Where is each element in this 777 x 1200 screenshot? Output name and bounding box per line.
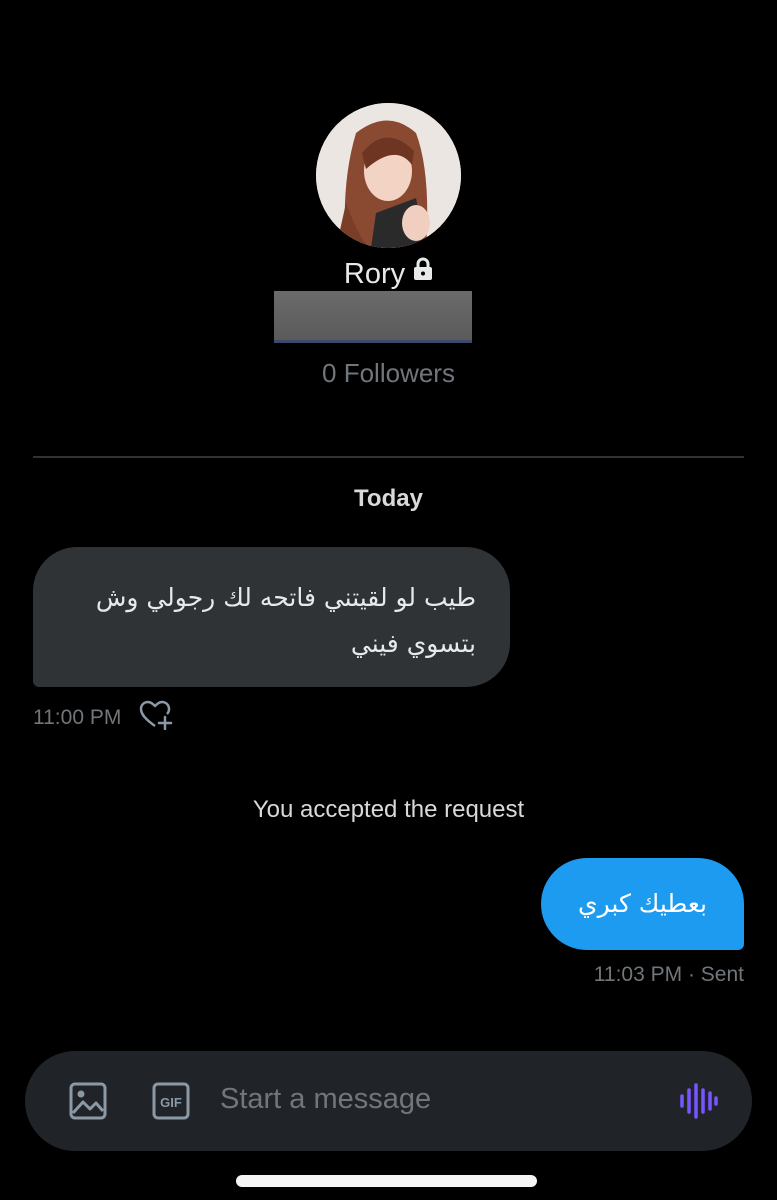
add-reaction-heart-icon[interactable] [139, 700, 173, 736]
gif-icon[interactable]: GIF [151, 1081, 191, 1126]
profile-name-text: Rory [343, 258, 406, 290]
redacted-handle [274, 291, 472, 343]
profile-name: Rory [0, 256, 777, 292]
home-indicator[interactable] [236, 1175, 537, 1187]
image-icon[interactable] [68, 1081, 108, 1126]
system-message: You accepted the request [252, 796, 525, 823]
outgoing-message-bubble[interactable]: بعطيك كبري [541, 858, 744, 950]
svg-text:GIF: GIF [160, 1095, 182, 1110]
incoming-message-line-1: طيب لو لقيتني فاتحه لك رجولي وش [95, 583, 476, 612]
divider [33, 456, 744, 458]
outgoing-message-status: 11:03 PM · Sent [593, 963, 744, 986]
date-separator: Today [354, 485, 423, 512]
lock-icon [413, 256, 433, 289]
incoming-message-meta: 11:00 PM [33, 700, 173, 736]
incoming-message-line-2: بتسوي فيني [350, 629, 476, 658]
followers-count[interactable]: 0 Followers [0, 358, 777, 389]
message-composer: GIF Start a message [25, 1051, 752, 1151]
message-input[interactable]: Start a message [220, 1083, 431, 1116]
incoming-message-bubble[interactable]: طيب لو لقيتني فاتحه لك رجولي وش بتسوي في… [33, 547, 510, 687]
voice-message-icon[interactable] [678, 1081, 718, 1126]
incoming-message-time: 11:00 PM [33, 706, 122, 729]
profile-avatar[interactable] [316, 103, 461, 248]
